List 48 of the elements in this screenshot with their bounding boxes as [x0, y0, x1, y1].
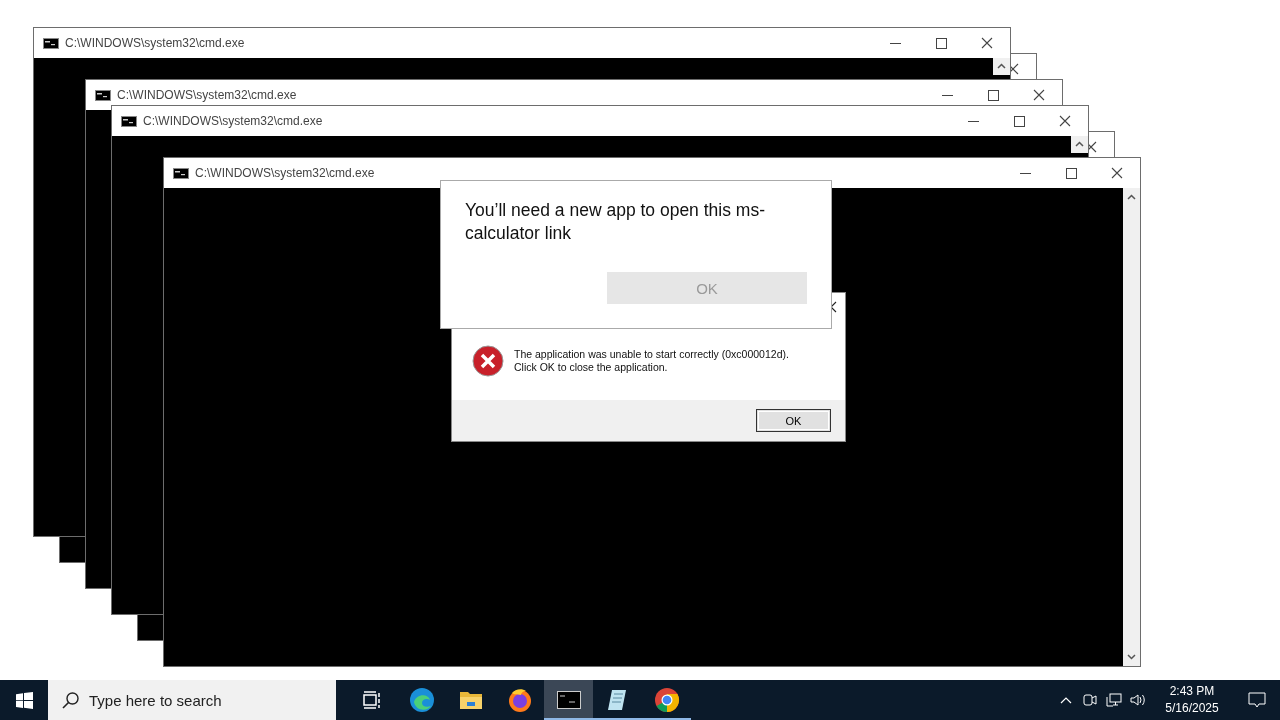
- chrome-icon[interactable]: [653, 687, 680, 713]
- clock-date[interactable]: 5/16/2025: [1165, 700, 1219, 717]
- task-view-icon[interactable]: [362, 691, 383, 709]
- chevron-up-icon[interactable]: [1060, 696, 1072, 704]
- error-message: Click OK to close the application.: [514, 360, 669, 374]
- taskbar-button[interactable]: [544, 680, 593, 720]
- maximize-icon[interactable]: [1013, 115, 1025, 127]
- scroll-up-icon[interactable]: [1075, 140, 1084, 149]
- ok-button[interactable]: OK: [756, 409, 831, 432]
- scrollbar[interactable]: [1123, 188, 1140, 666]
- folder-icon[interactable]: [458, 689, 483, 711]
- minimize-icon[interactable]: [889, 42, 901, 44]
- minimize-icon[interactable]: [1019, 172, 1031, 174]
- console-icon: [121, 115, 137, 127]
- console-icon[interactable]: [556, 691, 581, 709]
- close-icon[interactable]: [1059, 115, 1071, 127]
- window-title: C:\WINDOWS\system32\cmd.exe: [117, 88, 298, 102]
- error-message: The application was unable to start correctly (0xc000012d).: [514, 347, 789, 361]
- search-field[interactable]: Type here to search: [48, 680, 336, 720]
- window-title: C:\WINDOWS\system32\cmd.exe: [143, 114, 324, 128]
- window-title: C:\WINDOWS\system32\cmd.exe: [65, 36, 246, 50]
- network-icon[interactable]: [1106, 693, 1122, 707]
- maximize-icon[interactable]: [935, 37, 947, 49]
- scroll-up-icon[interactable]: [1127, 193, 1136, 202]
- window-title: C:\WINDOWS\system32\cmd.exe: [195, 166, 376, 180]
- firefox-icon[interactable]: [506, 687, 533, 713]
- edge-icon[interactable]: [408, 687, 435, 713]
- notification-icon[interactable]: [1248, 691, 1266, 709]
- error-icon: [472, 344, 504, 377]
- close-icon[interactable]: [1111, 167, 1123, 179]
- camera-icon[interactable]: [1083, 693, 1097, 707]
- minimize-icon[interactable]: [967, 120, 979, 122]
- console-icon: [43, 37, 59, 49]
- windows-logo-icon[interactable]: [15, 691, 33, 709]
- console-icon: [173, 167, 189, 179]
- scroll-down-icon[interactable]: [1127, 652, 1136, 661]
- close-icon[interactable]: [981, 37, 993, 49]
- minimize-icon[interactable]: [941, 94, 953, 96]
- console-icon: [95, 89, 111, 101]
- scroll-up-icon[interactable]: [997, 62, 1006, 71]
- maximize-icon[interactable]: [1065, 167, 1077, 179]
- search-placeholder: Type here to search: [89, 691, 222, 709]
- close-icon[interactable]: [1033, 89, 1045, 101]
- clock-time[interactable]: 2:43 PM: [1169, 683, 1215, 700]
- speaker-icon[interactable]: [1130, 693, 1146, 707]
- dialog-message: You’ll need a new app to open this ms-calculator link: [465, 199, 765, 245]
- maximize-icon[interactable]: [987, 89, 999, 101]
- search-icon: [62, 691, 79, 709]
